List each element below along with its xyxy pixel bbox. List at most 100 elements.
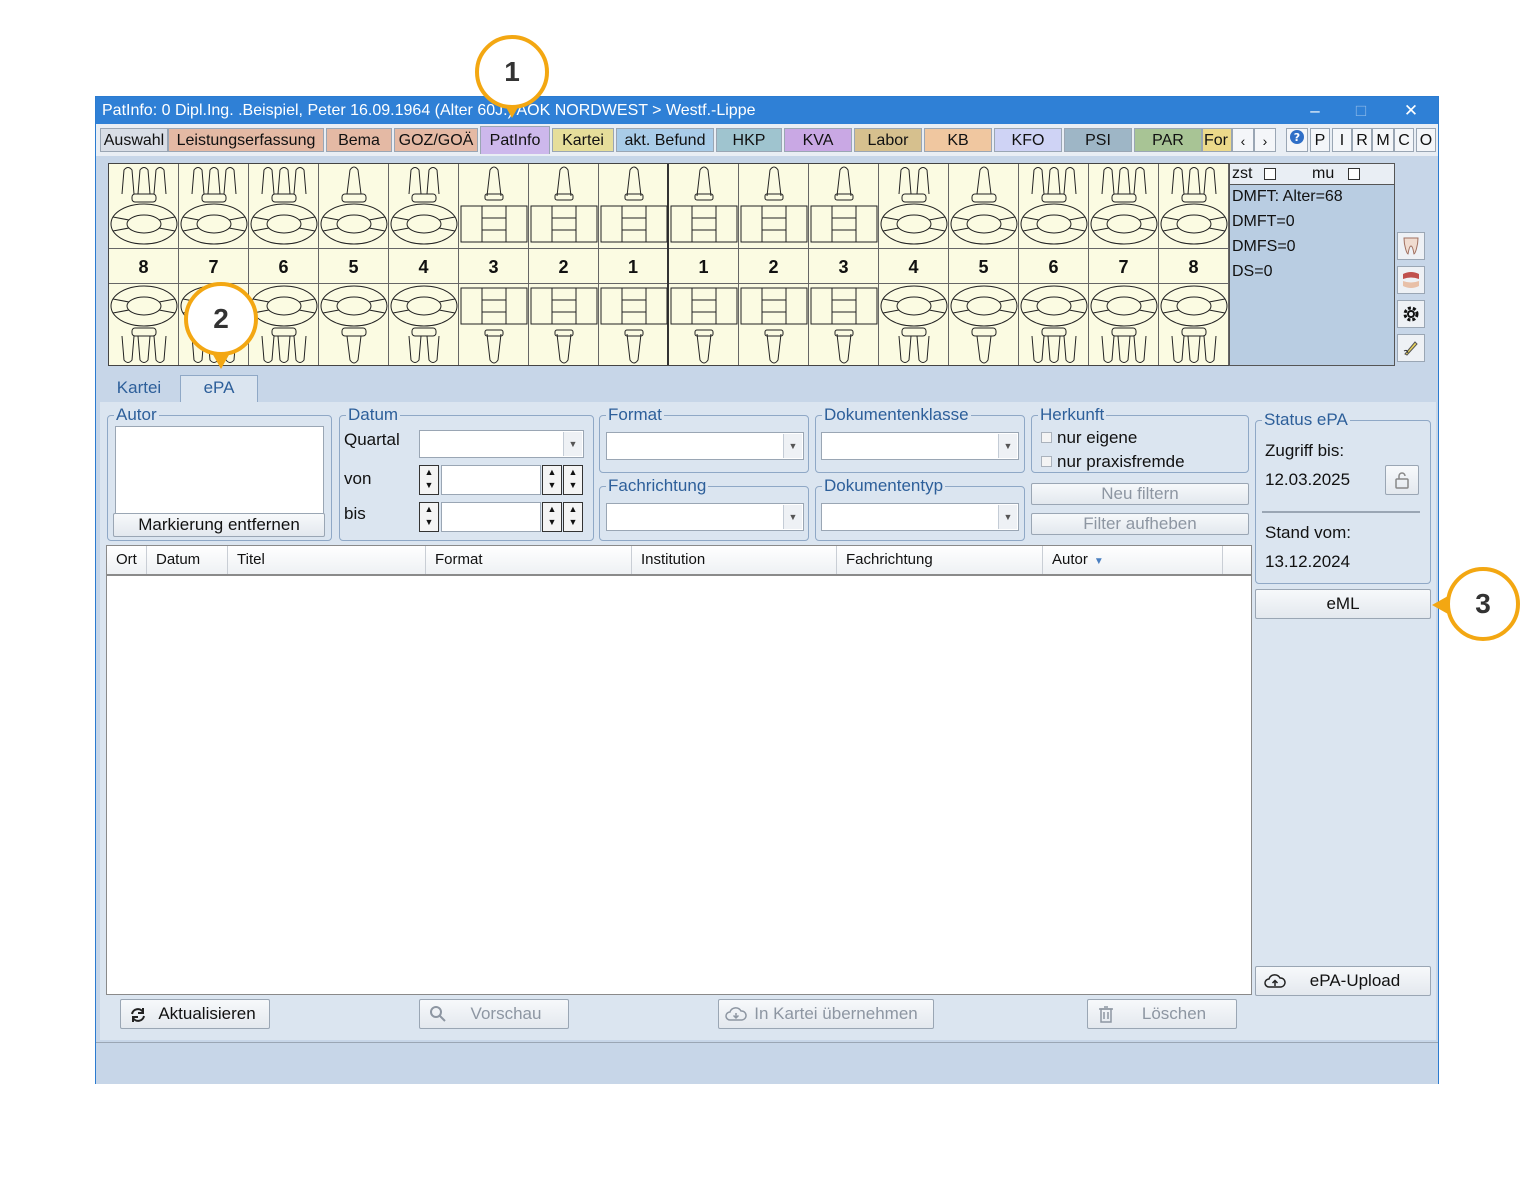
- in-kartei-label: In Kartei übernehmen: [754, 1004, 918, 1023]
- bis-spinner-left[interactable]: ▲ ▼: [419, 502, 439, 532]
- tab-patinfo[interactable]: PatInfo: [480, 126, 550, 154]
- autor-list[interactable]: [115, 426, 324, 514]
- epa-upload-button[interactable]: ePA-Upload: [1255, 966, 1431, 996]
- zst-checkbox[interactable]: [1264, 168, 1276, 180]
- column-institution[interactable]: Institution: [632, 546, 837, 574]
- tab-kva[interactable]: KVA: [784, 128, 852, 152]
- tab-leistungserfassung[interactable]: Leistungserfassung: [168, 128, 324, 152]
- tab-kartei-panel[interactable]: Kartei: [104, 376, 174, 402]
- bis-spinner-month[interactable]: ▲ ▼: [563, 502, 583, 532]
- chevron-down-icon: ▼: [783, 505, 802, 529]
- tab-kb[interactable]: KB: [924, 128, 992, 152]
- tab-psi[interactable]: PSI: [1064, 128, 1132, 152]
- tooth-column[interactable]: 8: [109, 164, 179, 365]
- tooth-column[interactable]: 2: [739, 164, 809, 365]
- dokumententyp-select[interactable]: ▼: [821, 503, 1019, 531]
- tooth-number: 8: [109, 248, 178, 284]
- tab-scroll-left-button[interactable]: ‹: [1232, 128, 1254, 152]
- tooth-column[interactable]: 5: [319, 164, 389, 365]
- teeth-view-icon[interactable]: [1397, 232, 1425, 260]
- tooth-column[interactable]: 4: [879, 164, 949, 365]
- unlock-button[interactable]: [1385, 465, 1419, 495]
- tooth-chart[interactable]: 8765432112345678: [108, 163, 1230, 366]
- tooth-column[interactable]: 1: [599, 164, 669, 365]
- toolbar-c-button[interactable]: C: [1394, 128, 1414, 152]
- bis-spinner-day[interactable]: ▲ ▼: [542, 502, 562, 532]
- tab-scroll-right-button[interactable]: ›: [1254, 128, 1276, 152]
- column-titel[interactable]: Titel: [228, 546, 426, 574]
- documents-table[interactable]: Ort Datum Titel Format Institution Fachr…: [106, 545, 1252, 995]
- gear-icon[interactable]: [1397, 300, 1425, 328]
- toolbar-i-button[interactable]: I: [1332, 128, 1352, 152]
- mu-checkbox[interactable]: [1348, 168, 1360, 180]
- fachrichtung-select[interactable]: ▼: [606, 503, 804, 531]
- neu-filtern-button[interactable]: Neu filtern: [1031, 483, 1249, 505]
- tooth-column[interactable]: 4: [389, 164, 459, 365]
- tab-par[interactable]: PAR: [1134, 128, 1202, 152]
- tooth-number: 3: [809, 248, 878, 284]
- tooth-column[interactable]: 7: [1089, 164, 1159, 365]
- tooth-column[interactable]: 1: [669, 164, 739, 365]
- toolbar-o-button[interactable]: O: [1416, 128, 1436, 152]
- tab-hkp[interactable]: HKP: [716, 128, 782, 152]
- markierung-entfernen-button[interactable]: Markierung entfernen: [113, 513, 325, 537]
- chevron-down-icon: ▼: [563, 432, 582, 456]
- tooth-column[interactable]: 2: [529, 164, 599, 365]
- tab-auswahl[interactable]: Auswahl: [100, 128, 168, 152]
- close-button[interactable]: ✕: [1388, 97, 1434, 124]
- maximize-button[interactable]: □: [1338, 97, 1384, 124]
- dmft-value: DMFT=0: [1232, 213, 1295, 230]
- loeschen-button[interactable]: Löschen: [1087, 999, 1237, 1029]
- datum-legend: Datum: [348, 405, 399, 424]
- column-ort[interactable]: Ort: [107, 546, 147, 574]
- column-fachrichtung[interactable]: Fachrichtung: [837, 546, 1043, 574]
- jaw-view-icon[interactable]: [1397, 266, 1425, 294]
- tab-bema[interactable]: Bema: [326, 128, 392, 152]
- toolbar-r-button[interactable]: R: [1352, 128, 1372, 152]
- tab-for[interactable]: For: [1202, 128, 1232, 152]
- upper-tooth-icon: [1090, 167, 1158, 245]
- dokumentenklasse-select[interactable]: ▼: [821, 432, 1019, 460]
- tooth-column[interactable]: 3: [809, 164, 879, 365]
- tooth-number: 7: [179, 248, 248, 284]
- toolbar-p-button[interactable]: P: [1310, 128, 1330, 152]
- tooth-column[interactable]: 6: [249, 164, 319, 365]
- tab-goz-goae[interactable]: GOZ/GOÄ: [394, 128, 478, 152]
- tooth-column[interactable]: 8: [1159, 164, 1229, 365]
- tooth-number: 4: [879, 248, 948, 284]
- nur-praxisfremde-checkbox[interactable]: [1041, 456, 1052, 467]
- von-spinner-day[interactable]: ▲ ▼: [542, 465, 562, 495]
- tooth-number: 6: [249, 248, 318, 284]
- upper-tooth-icon: [1020, 167, 1088, 245]
- pen-icon[interactable]: [1397, 334, 1425, 362]
- nur-eigene-checkbox[interactable]: [1041, 432, 1052, 443]
- column-datum[interactable]: Datum: [147, 546, 228, 574]
- tab-kfo[interactable]: KFO: [994, 128, 1062, 152]
- format-select[interactable]: ▼: [606, 432, 804, 460]
- von-spinner-left[interactable]: ▲ ▼: [419, 465, 439, 495]
- autor-legend: Autor: [116, 405, 157, 424]
- tooth-column[interactable]: 6: [1019, 164, 1089, 365]
- tooth-column[interactable]: 3: [459, 164, 529, 365]
- svg-text:?: ?: [1294, 131, 1300, 144]
- column-format[interactable]: Format: [426, 546, 632, 574]
- vorschau-button[interactable]: Vorschau: [419, 999, 569, 1029]
- bis-date-input[interactable]: [441, 502, 541, 532]
- von-date-input[interactable]: [441, 465, 541, 495]
- tab-akt-befund[interactable]: akt. Befund: [616, 128, 714, 152]
- tab-kartei[interactable]: Kartei: [552, 128, 614, 152]
- von-spinner-month[interactable]: ▲ ▼: [563, 465, 583, 495]
- minimize-button[interactable]: –: [1292, 97, 1338, 124]
- tooth-column[interactable]: 5: [949, 164, 1019, 365]
- in-kartei-uebernehmen-button[interactable]: In Kartei übernehmen: [718, 999, 934, 1029]
- upper-tooth-icon: [810, 166, 878, 243]
- tab-epa[interactable]: ePA: [180, 375, 258, 402]
- filter-aufheben-button[interactable]: Filter aufheben: [1031, 513, 1249, 535]
- aktualisieren-button[interactable]: Aktualisieren: [120, 999, 270, 1029]
- quartal-select[interactable]: ▼: [419, 430, 584, 458]
- toolbar-m-button[interactable]: M: [1372, 128, 1394, 152]
- column-autor[interactable]: Autor ▼: [1043, 546, 1223, 574]
- help-icon[interactable]: ?: [1286, 128, 1308, 152]
- eml-button[interactable]: eML: [1255, 589, 1431, 619]
- tab-labor[interactable]: Labor: [854, 128, 922, 152]
